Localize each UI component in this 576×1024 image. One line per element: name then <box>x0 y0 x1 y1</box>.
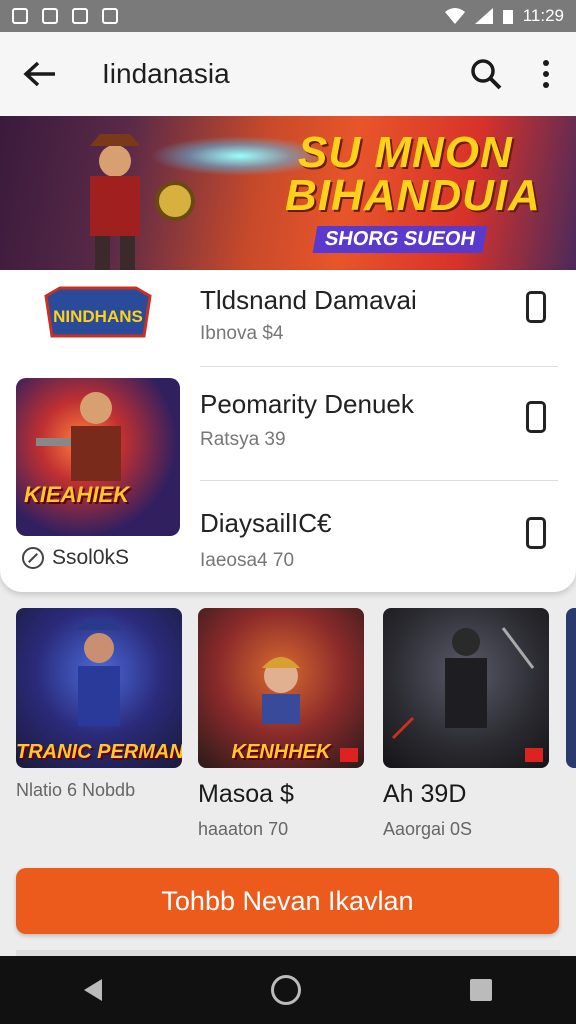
status-time: 11:29 <box>522 6 564 25</box>
home-nav-icon[interactable] <box>270 975 301 1005</box>
rating-flag-icon <box>340 748 358 762</box>
search-button[interactable] <box>456 32 516 116</box>
device-icon[interactable] <box>526 517 546 549</box>
back-nav-icon[interactable] <box>84 979 103 1001</box>
device-icon[interactable] <box>526 291 546 323</box>
list-item[interactable]: Tldsnand Damavai Ibnova $4 <box>0 270 576 366</box>
list-item[interactable]: DiaysailIC€ Iaeosa4 70 <box>0 480 576 592</box>
banner-hero-art <box>90 134 195 270</box>
banner-headline-2: BIHANDUIA <box>285 171 541 220</box>
next-tile-peek <box>566 608 576 768</box>
banner-tagline: SHORG SUEOH <box>312 226 488 253</box>
tile-sub: Nlatio 6 Nobdb <box>16 780 136 800</box>
system-nav-bar <box>0 956 576 1024</box>
signal-icon <box>474 8 493 24</box>
battery-icon <box>502 10 513 24</box>
recents-nav-icon[interactable] <box>469 979 492 1001</box>
promo-banner[interactable]: SU MNON BIHANDUIA SHORG SUEOH <box>0 116 576 270</box>
item-sub: Iaeosa4 70 <box>200 550 295 571</box>
item-name: Tldsnand Damavai <box>200 285 417 315</box>
rating-label: Ssol0kS <box>22 546 129 570</box>
rating-flag-icon <box>525 748 543 762</box>
app-bar: Iindanasia <box>0 32 576 116</box>
game-tile[interactable]: TRANIC PERMAN Nlatio 6 Nobdb <box>16 608 182 801</box>
item-sub: Ibnova $4 <box>200 323 284 344</box>
notification-icon <box>12 8 28 24</box>
game-tile[interactable]: Ah 39D Aaorgai 0S <box>383 608 549 840</box>
featured-card: NINDHANS Tldsnand Damavai Ibnova $4 KIEA… <box>0 270 576 592</box>
back-button[interactable] <box>0 32 80 116</box>
app-notification-icon <box>102 8 118 24</box>
more-vert-icon <box>543 60 549 88</box>
tile-sub: haaaton 70 <box>198 819 289 839</box>
game-tile[interactable]: KENHHEK Masoa $ haaaton 70 <box>198 608 364 840</box>
status-bar: 11:29 <box>0 0 576 32</box>
search-icon <box>471 59 502 90</box>
list-item[interactable]: Peomarity Denuek Ratsya 39 <box>0 366 576 480</box>
wifi-icon <box>444 8 465 24</box>
tile-art: KENHHEK <box>198 608 364 768</box>
tile-art <box>383 608 549 768</box>
back-arrow-icon <box>23 61 55 87</box>
tile-name: Masoa $ <box>198 780 294 808</box>
rating-label-text: Ssol0kS <box>52 546 130 569</box>
no-ads-icon <box>22 547 44 569</box>
item-name: Peomarity Denuek <box>200 389 414 419</box>
tile-hero-art <box>391 627 535 740</box>
item-sub: Ratsya 39 <box>200 429 286 450</box>
tile-art: TRANIC PERMAN <box>16 608 182 768</box>
item-name: DiaysailIC€ <box>200 508 332 538</box>
sim-icon <box>42 8 58 24</box>
overflow-menu-button[interactable] <box>516 32 576 116</box>
image-notification-icon <box>72 8 88 24</box>
tile-sub: Aaorgai 0S <box>383 819 473 839</box>
primary-action-button[interactable]: Tohbb Nevan Ikavlan <box>16 868 559 934</box>
tile-caption: TRANIC PERMAN <box>16 741 182 763</box>
tile-name: Ah 39D <box>383 780 467 808</box>
device-icon[interactable] <box>526 401 546 433</box>
page-title: Iindanasia <box>102 58 230 89</box>
